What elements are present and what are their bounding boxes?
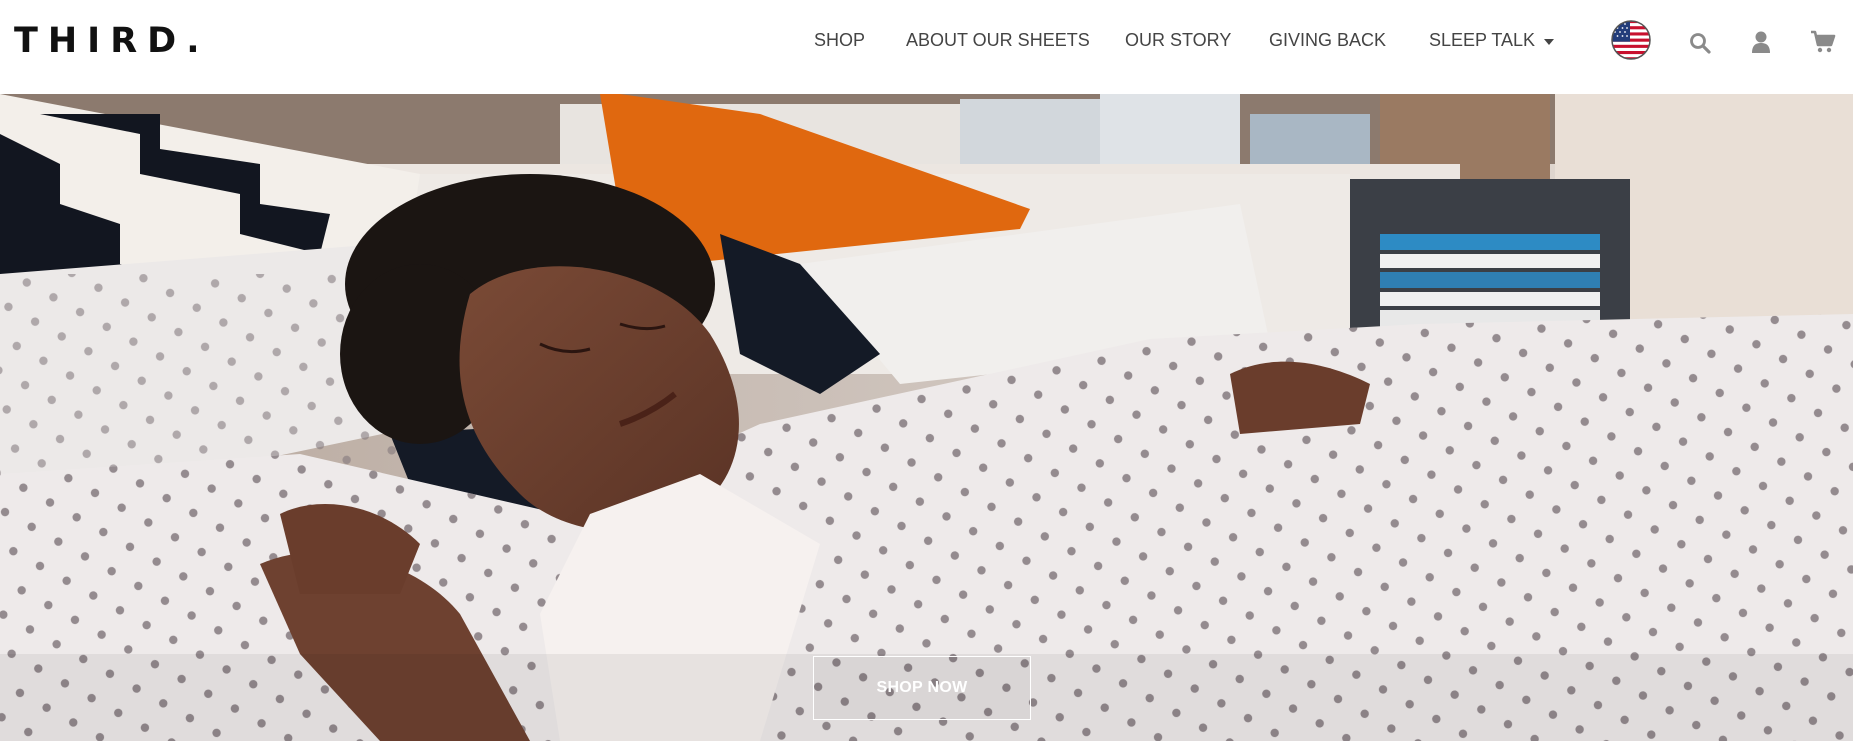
site-header: THIRD. SHOP ABOUT OUR SHEETS OUR STORY G…: [0, 0, 1853, 94]
shop-now-button[interactable]: SHOP NOW: [813, 656, 1031, 720]
hero-image: [0, 94, 1853, 741]
nav-item-our-story[interactable]: OUR STORY: [1125, 29, 1231, 51]
brand-logo[interactable]: THIRD.: [14, 16, 210, 66]
nav-item-shop[interactable]: SHOP: [814, 29, 865, 51]
chevron-down-icon[interactable]: [1544, 39, 1554, 45]
search-icon[interactable]: [1688, 31, 1712, 55]
nav-item-giving-back[interactable]: GIVING BACK: [1269, 29, 1386, 51]
nav-item-sleep-talk[interactable]: SLEEP TALK: [1429, 29, 1535, 51]
us-flag-icon[interactable]: [1611, 20, 1651, 60]
account-icon[interactable]: [1750, 30, 1772, 54]
cart-icon[interactable]: [1810, 30, 1836, 54]
nav-item-about-our-sheets[interactable]: ABOUT OUR SHEETS: [906, 29, 1090, 51]
hero-banner: [0, 94, 1853, 741]
